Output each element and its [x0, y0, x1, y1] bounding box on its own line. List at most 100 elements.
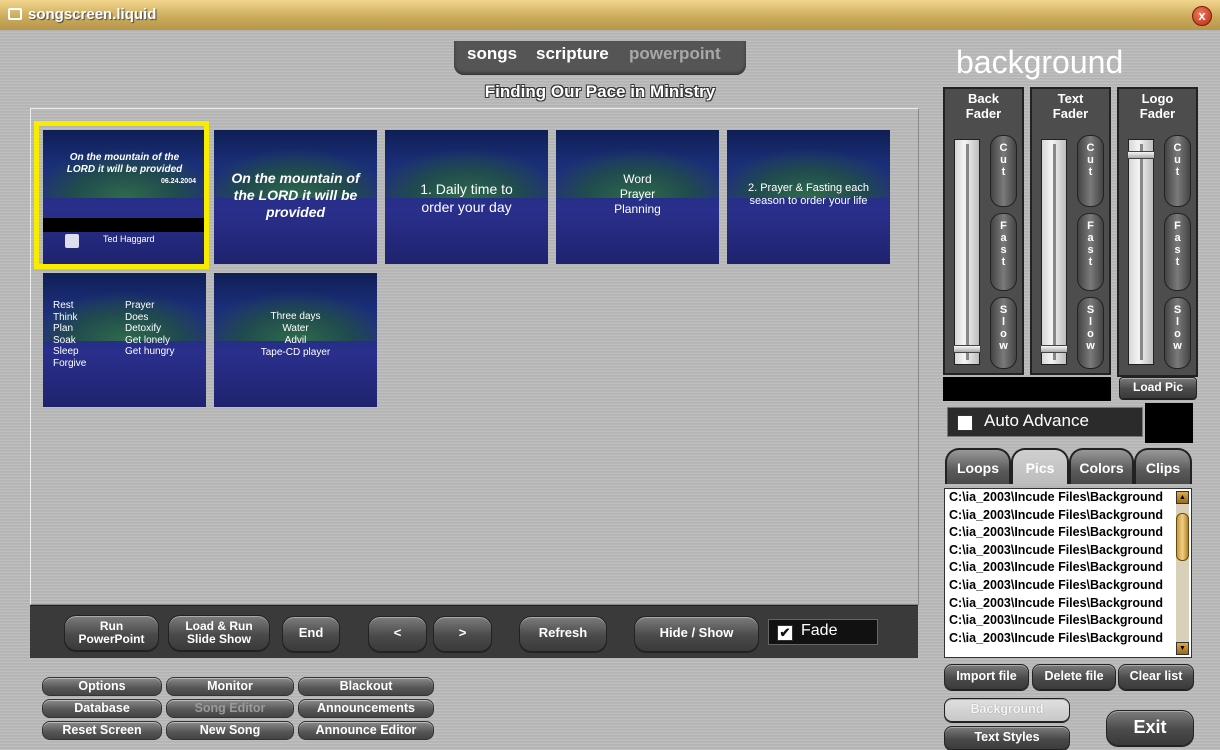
tab-powerpoint[interactable]: powerpoint — [629, 44, 721, 64]
run-powerpoint-button[interactable]: Run PowerPoint — [64, 615, 159, 651]
fader-track[interactable] — [1128, 139, 1154, 365]
scroll-down-icon[interactable]: ▼ — [1176, 642, 1189, 655]
load-pic-button[interactable]: Load Pic — [1119, 377, 1197, 399]
list-item[interactable]: C:\ia_2003\Incude Files\Background — [945, 542, 1191, 560]
slide-column: Rest Think Plan Soak Sleep Forgive — [53, 300, 86, 369]
slide-thumbnail[interactable]: Rest Think Plan Soak Sleep Forgive Praye… — [43, 273, 206, 407]
blackout-button[interactable]: Blackout — [298, 677, 434, 696]
list-item[interactable]: C:\ia_2003\Incude Files\Background — [945, 630, 1191, 648]
background-file-list[interactable]: C:\ia_2003\Incude Files\Background C:\ia… — [944, 488, 1192, 658]
scroll-thumb[interactable] — [1176, 513, 1189, 561]
fade-label: Fade — [801, 622, 838, 639]
window-icon — [8, 8, 22, 20]
list-item[interactable]: C:\ia_2003\Incude Files\Background — [945, 489, 1191, 507]
fast-button[interactable]: Fast — [990, 213, 1017, 291]
cut-button[interactable]: Cut — [990, 135, 1017, 207]
fader-label: Text Fader — [1052, 91, 1089, 121]
slide-line: Three days — [270, 311, 321, 322]
fader-label: Logo Fader — [1139, 91, 1176, 121]
new-song-button[interactable]: New Song — [166, 721, 294, 740]
fader-track[interactable] — [954, 139, 980, 365]
slide-thumbnail[interactable]: Word Prayer Planning — [556, 130, 719, 264]
tab-scripture[interactable]: scripture — [536, 44, 609, 64]
background-button[interactable]: Background — [944, 698, 1070, 722]
announce-editor-button[interactable]: Announce Editor — [298, 721, 434, 740]
slide-line: Get lonely — [125, 334, 171, 346]
auto-advance-spacer — [1145, 403, 1193, 443]
slide-line: Think — [53, 311, 78, 323]
next-slide-button[interactable]: > — [433, 616, 492, 652]
announcements-button[interactable]: Announcements — [298, 699, 434, 718]
import-file-button[interactable]: Import file — [944, 664, 1029, 690]
slide-line: Prayer — [619, 187, 656, 201]
fader-knob[interactable] — [1127, 151, 1155, 159]
text-fader: Text Fader Cut Fast Slow — [1030, 87, 1111, 375]
fade-toggle[interactable]: ✔ Fade — [768, 619, 878, 645]
monitor-button[interactable]: Monitor — [166, 677, 294, 696]
selected-slide-highlight — [34, 121, 209, 269]
text-styles-button[interactable]: Text Styles — [944, 726, 1070, 750]
back-fader: Back Fader Cut Fast Slow — [943, 87, 1024, 375]
tab-clips[interactable]: Clips — [1134, 448, 1192, 484]
slide-thumbnail[interactable]: Three days Water Advil Tape-CD player — [214, 273, 377, 407]
list-item[interactable]: C:\ia_2003\Incude Files\Background — [945, 612, 1191, 630]
refresh-button[interactable]: Refresh — [519, 616, 607, 652]
previous-slide-button[interactable]: < — [368, 616, 427, 652]
slide-line: Advil — [284, 335, 307, 346]
slide-column: Prayer Does Detoxify Get lonely Get hung… — [125, 300, 174, 358]
tab-colors[interactable]: Colors — [1069, 448, 1134, 484]
slide-line: Word — [623, 172, 652, 186]
slide-thumbnail[interactable]: 2. Prayer & Fasting each season to order… — [727, 130, 890, 264]
slide-line: Sleep — [53, 346, 79, 357]
logo-fader: Logo Fader Cut Fast Slow — [1117, 87, 1198, 377]
options-button[interactable]: Options — [42, 677, 162, 696]
database-button[interactable]: Database — [42, 699, 162, 718]
slide-line: Prayer — [125, 300, 155, 311]
list-item[interactable]: C:\ia_2003\Incude Files\Background — [945, 595, 1191, 613]
auto-advance-checkbox[interactable] — [957, 415, 973, 431]
load-run-slideshow-button[interactable]: Load & Run Slide Show — [168, 615, 270, 651]
background-panel-title: background — [956, 44, 1124, 80]
slow-button[interactable]: Slow — [990, 297, 1017, 369]
slide-line: the LORD it will be — [233, 187, 358, 203]
slide-line: Detoxify — [125, 323, 162, 334]
auto-advance-toggle[interactable]: Auto Advance — [947, 407, 1143, 437]
fast-button[interactable]: Fast — [1164, 213, 1191, 291]
fader-track[interactable] — [1041, 139, 1067, 365]
slide-line: Soak — [53, 334, 76, 346]
fader-knob[interactable] — [953, 345, 981, 353]
slide-line: Rest — [53, 300, 74, 311]
close-button[interactable]: x — [1192, 6, 1212, 26]
scroll-up-icon[interactable]: ▲ — [1176, 491, 1189, 504]
fade-checkbox[interactable]: ✔ — [777, 625, 793, 641]
end-button[interactable]: End — [282, 616, 340, 652]
list-item[interactable]: C:\ia_2003\Incude Files\Background — [945, 507, 1191, 525]
hide-show-button[interactable]: Hide / Show — [634, 616, 759, 652]
tab-loops[interactable]: Loops — [945, 448, 1011, 484]
file-list-scrollbar[interactable]: ▲ ▼ — [1176, 491, 1189, 655]
exit-button[interactable]: Exit — [1106, 710, 1194, 746]
slide-line: Planning — [614, 202, 661, 216]
list-item[interactable]: C:\ia_2003\Incude Files\Background — [945, 524, 1191, 542]
clear-list-button[interactable]: Clear list — [1118, 664, 1194, 690]
fast-button[interactable]: Fast — [1077, 213, 1104, 291]
tab-songs[interactable]: songs — [467, 44, 517, 64]
slide-line: On the mountain of — [231, 170, 360, 186]
slide-line: Forgive — [53, 357, 87, 369]
song-editor-button[interactable]: Song Editor — [166, 699, 294, 718]
window-title: songscreen.liquid — [28, 6, 157, 23]
tab-pics[interactable]: Pics — [1011, 448, 1069, 484]
cut-button[interactable]: Cut — [1164, 135, 1191, 207]
slide-line: Water — [282, 323, 309, 334]
slow-button[interactable]: Slow — [1164, 297, 1191, 369]
fader-knob[interactable] — [1040, 345, 1068, 353]
slow-button[interactable]: Slow — [1077, 297, 1104, 369]
slide-thumbnail[interactable]: 1. Daily time to order your day — [385, 130, 548, 264]
fader-status-display — [943, 377, 1111, 401]
list-item[interactable]: C:\ia_2003\Incude Files\Background — [945, 577, 1191, 595]
cut-button[interactable]: Cut — [1077, 135, 1104, 207]
list-item[interactable]: C:\ia_2003\Incude Files\Background — [945, 559, 1191, 577]
reset-screen-button[interactable]: Reset Screen — [42, 721, 162, 740]
delete-file-button[interactable]: Delete file — [1032, 664, 1116, 690]
slide-thumbnail[interactable]: On the mountain of the LORD it will be p… — [214, 130, 377, 264]
